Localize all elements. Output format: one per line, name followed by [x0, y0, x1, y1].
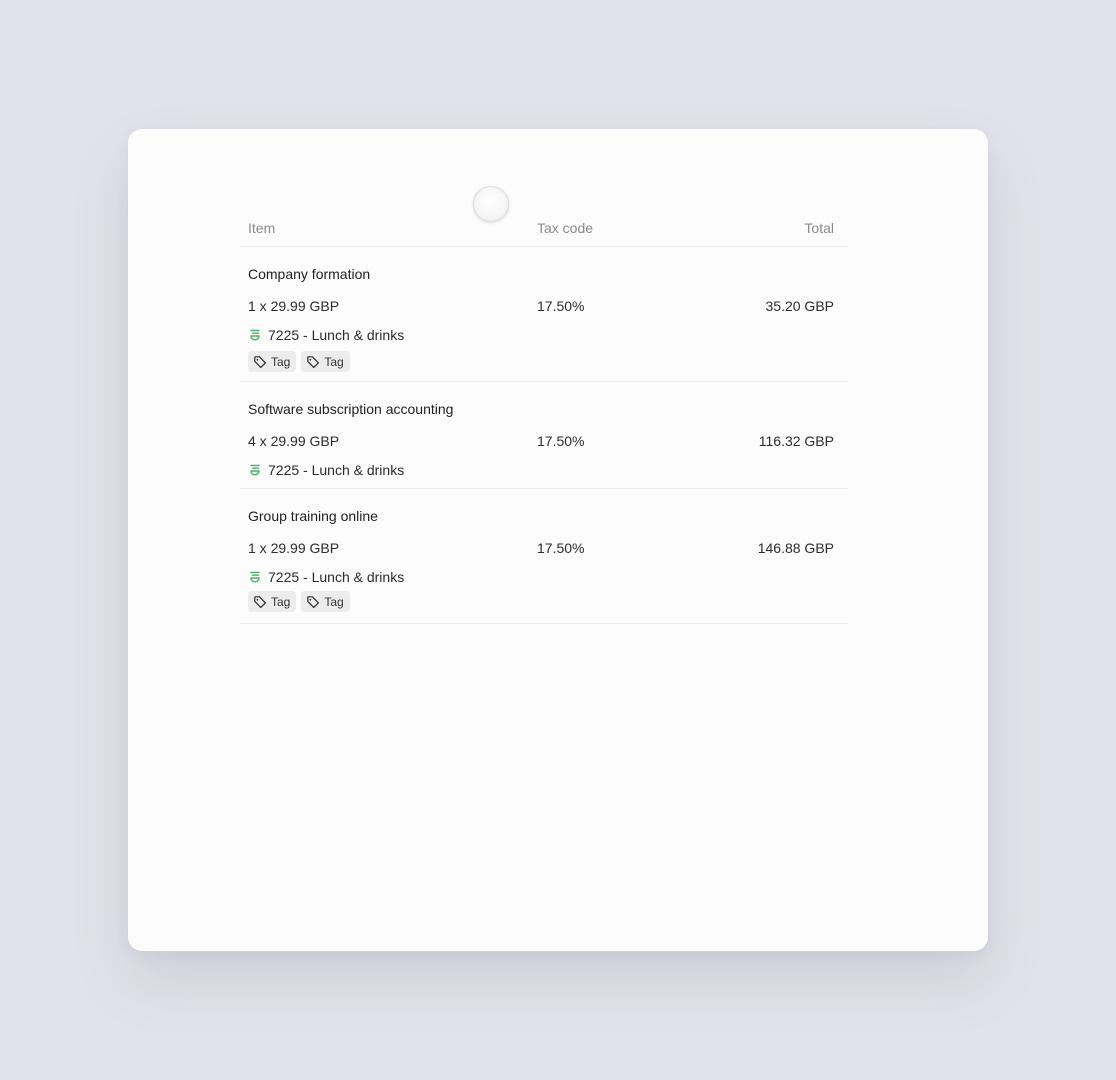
tag-label: Tag: [324, 594, 344, 609]
account-category-icon: [248, 570, 262, 584]
tag-list: Tag Tag: [248, 351, 350, 372]
item-tax: 17.50%: [537, 298, 585, 314]
item-total: 146.88 GBP: [757, 540, 834, 556]
table-row[interactable]: Software subscription accounting 4 x 29.…: [240, 382, 848, 489]
account-category-icon: [248, 328, 262, 342]
item-title: Group training online: [248, 508, 378, 524]
tag-label: Tag: [271, 354, 291, 369]
item-tax: 17.50%: [537, 433, 585, 449]
account-category-icon: [248, 463, 262, 477]
item-tax: 17.50%: [537, 540, 585, 556]
tag-chip[interactable]: Tag: [248, 591, 297, 612]
tag-label: Tag: [271, 594, 291, 609]
item-account[interactable]: 7225 - Lunch & drinks: [248, 462, 404, 478]
item-quantity: 1 x 29.99 GBP: [248, 298, 340, 314]
tag-label: Tag: [324, 354, 344, 369]
header-tax-code: Tax code: [537, 220, 594, 236]
item-title: Software subscription accounting: [248, 401, 454, 417]
header-total: Total: [804, 220, 834, 236]
tag-chip[interactable]: Tag: [301, 351, 350, 372]
tag-chip[interactable]: Tag: [301, 591, 350, 612]
line-items-table: Item Tax code Total Company formation 1 …: [240, 212, 848, 624]
item-total: 116.32 GBP: [758, 433, 834, 449]
tag-chip[interactable]: Tag: [248, 351, 297, 372]
account-label: 7225 - Lunch & drinks: [268, 569, 405, 585]
item-quantity: 1 x 29.99 GBP: [248, 540, 340, 556]
header-item: Item: [248, 220, 276, 236]
tag-list: Tag Tag: [248, 591, 350, 612]
item-account[interactable]: 7225 - Lunch & drinks: [248, 327, 404, 343]
tag-icon: [253, 355, 267, 369]
item-account[interactable]: 7225 - Lunch & drinks: [248, 569, 404, 585]
cursor-indicator: [473, 186, 509, 222]
account-label: 7225 - Lunch & drinks: [268, 462, 405, 478]
table-header: Item Tax code Total: [240, 212, 848, 247]
tag-icon: [306, 595, 320, 609]
item-total: 35.20 GBP: [765, 298, 835, 314]
item-title: Company formation: [248, 266, 371, 282]
tag-icon: [253, 595, 267, 609]
tag-icon: [306, 355, 320, 369]
account-label: 7225 - Lunch & drinks: [268, 327, 405, 343]
item-quantity: 4 x 29.99 GBP: [248, 433, 340, 449]
